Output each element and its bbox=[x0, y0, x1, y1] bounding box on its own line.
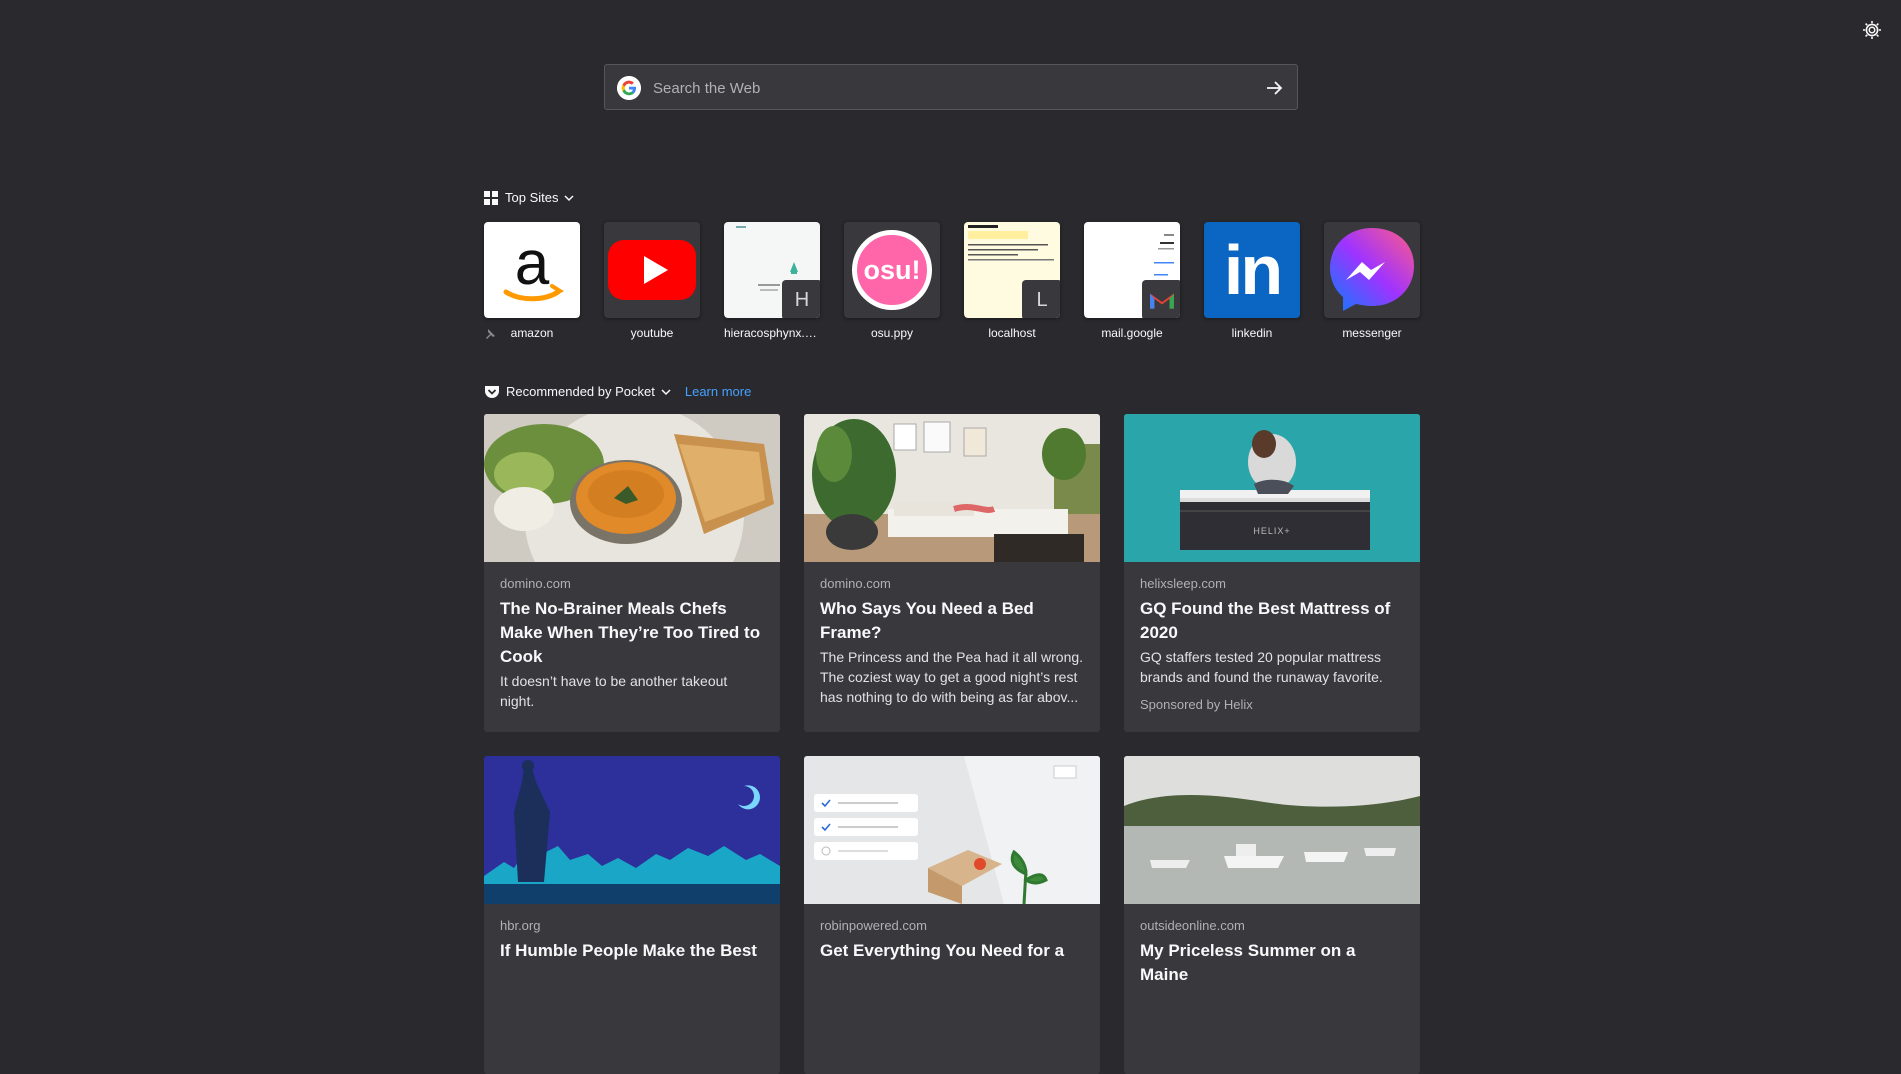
top-site-osu[interactable]: osu! osu.ppy bbox=[844, 222, 940, 340]
top-sites-grid: a amazon youtube H hieracosphynx.p... os… bbox=[484, 222, 1444, 340]
search-bar[interactable] bbox=[604, 64, 1298, 111]
story-title: If Humble People Make the Best bbox=[500, 941, 757, 960]
story-source: domino.com bbox=[500, 576, 571, 591]
google-icon bbox=[617, 76, 641, 100]
linkedin-logo-text: in bbox=[1223, 231, 1283, 309]
svg-text:a: a bbox=[515, 229, 550, 298]
story-image bbox=[484, 756, 780, 904]
tile-label: mail.google bbox=[1101, 326, 1163, 340]
story-image bbox=[804, 414, 1100, 562]
pocket-title: Recommended by Pocket bbox=[506, 384, 655, 399]
gmail-icon bbox=[1142, 280, 1180, 318]
story-card[interactable]: robinpowered.com Get Everything You Need… bbox=[804, 756, 1100, 1074]
pocket-cards: domino.com The No-Brainer Meals Chefs Ma… bbox=[484, 414, 1420, 1074]
top-sites-title: Top Sites bbox=[505, 190, 559, 205]
tile-label: messenger bbox=[1342, 326, 1402, 340]
osu-logo-text: osu! bbox=[863, 254, 921, 285]
story-source: helixsleep.com bbox=[1140, 576, 1226, 591]
top-site-youtube[interactable]: youtube bbox=[604, 222, 700, 340]
story-description: GQ staffers tested 20 popular mattress b… bbox=[1140, 649, 1383, 685]
story-source: hbr.org bbox=[500, 918, 541, 933]
story-card[interactable]: domino.com The No-Brainer Meals Chefs Ma… bbox=[484, 414, 780, 732]
story-card[interactable]: HELIX+ helixsleep.com GQ Found the Best … bbox=[1124, 414, 1420, 732]
sponsor-label: Sponsored by Helix bbox=[1140, 697, 1253, 712]
page-thumbnail bbox=[1084, 222, 1180, 318]
story-description: The Princess and the Pea had it all wron… bbox=[820, 649, 1084, 705]
story-title: The No-Brainer Meals Chefs Make When The… bbox=[500, 599, 761, 666]
pocket-header: Recommended by Pocket Learn more bbox=[484, 384, 751, 399]
osu-logo: osu! bbox=[844, 222, 940, 318]
page-thumbnail: L bbox=[964, 222, 1060, 318]
arrow-right-icon[interactable] bbox=[1263, 77, 1285, 99]
pocket-icon bbox=[485, 385, 499, 398]
tile-letter-badge: H bbox=[782, 280, 820, 318]
story-image bbox=[804, 756, 1100, 904]
messenger-logo bbox=[1324, 222, 1420, 318]
story-card[interactable]: hbr.org If Humble People Make the Best bbox=[484, 756, 780, 1074]
youtube-logo bbox=[604, 222, 700, 318]
story-image bbox=[484, 414, 780, 562]
story-card[interactable]: outsideonline.com My Priceless Summer on… bbox=[1124, 756, 1420, 1074]
top-site-linkedin[interactable]: in linkedin bbox=[1204, 222, 1300, 340]
story-title: Who Says You Need a Bed Frame? bbox=[820, 599, 1034, 642]
chevron-down-icon[interactable] bbox=[564, 193, 575, 203]
story-source: outsideonline.com bbox=[1140, 918, 1245, 933]
story-title: My Priceless Summer on a Maine bbox=[1140, 941, 1356, 984]
top-site-messenger[interactable]: messenger bbox=[1324, 222, 1420, 340]
tile-label: linkedin bbox=[1231, 326, 1273, 340]
learn-more-link[interactable]: Learn more bbox=[685, 384, 751, 399]
story-image: HELIX+ bbox=[1124, 414, 1420, 562]
top-site-localhost[interactable]: L localhost bbox=[964, 222, 1060, 340]
story-description: It doesn’t have to be another takeout ni… bbox=[500, 673, 728, 709]
top-site-amazon[interactable]: a amazon bbox=[484, 222, 580, 340]
story-title: GQ Found the Best Mattress of 2020 bbox=[1140, 599, 1391, 642]
gear-icon[interactable] bbox=[1860, 18, 1884, 42]
pin-icon bbox=[486, 329, 495, 339]
tile-label: osu.ppy bbox=[870, 326, 914, 340]
page-thumbnail: H bbox=[724, 222, 820, 318]
tile-label: amazon bbox=[510, 326, 554, 340]
story-source: domino.com bbox=[820, 576, 891, 591]
grid-icon bbox=[484, 190, 498, 205]
search-input[interactable] bbox=[651, 65, 1245, 111]
story-card[interactable]: domino.com Who Says You Need a Bed Frame… bbox=[804, 414, 1100, 732]
top-site-hieracosphynx[interactable]: H hieracosphynx.p... bbox=[724, 222, 820, 340]
tile-label: localhost bbox=[988, 326, 1036, 340]
top-sites-header[interactable]: Top Sites bbox=[484, 190, 575, 205]
linkedin-logo: in bbox=[1204, 222, 1300, 318]
helix-logo-text: HELIX+ bbox=[1253, 526, 1291, 536]
story-image bbox=[1124, 756, 1420, 904]
tile-label: hieracosphynx.p... bbox=[724, 326, 820, 340]
chevron-down-icon[interactable] bbox=[661, 387, 671, 397]
amazon-logo: a bbox=[484, 222, 580, 318]
tile-letter-badge: L bbox=[1022, 280, 1060, 318]
story-title: Get Everything You Need for a bbox=[820, 941, 1065, 960]
top-site-mail-google[interactable]: mail.google bbox=[1084, 222, 1180, 340]
story-source: robinpowered.com bbox=[820, 918, 927, 933]
tile-label: youtube bbox=[630, 326, 674, 340]
